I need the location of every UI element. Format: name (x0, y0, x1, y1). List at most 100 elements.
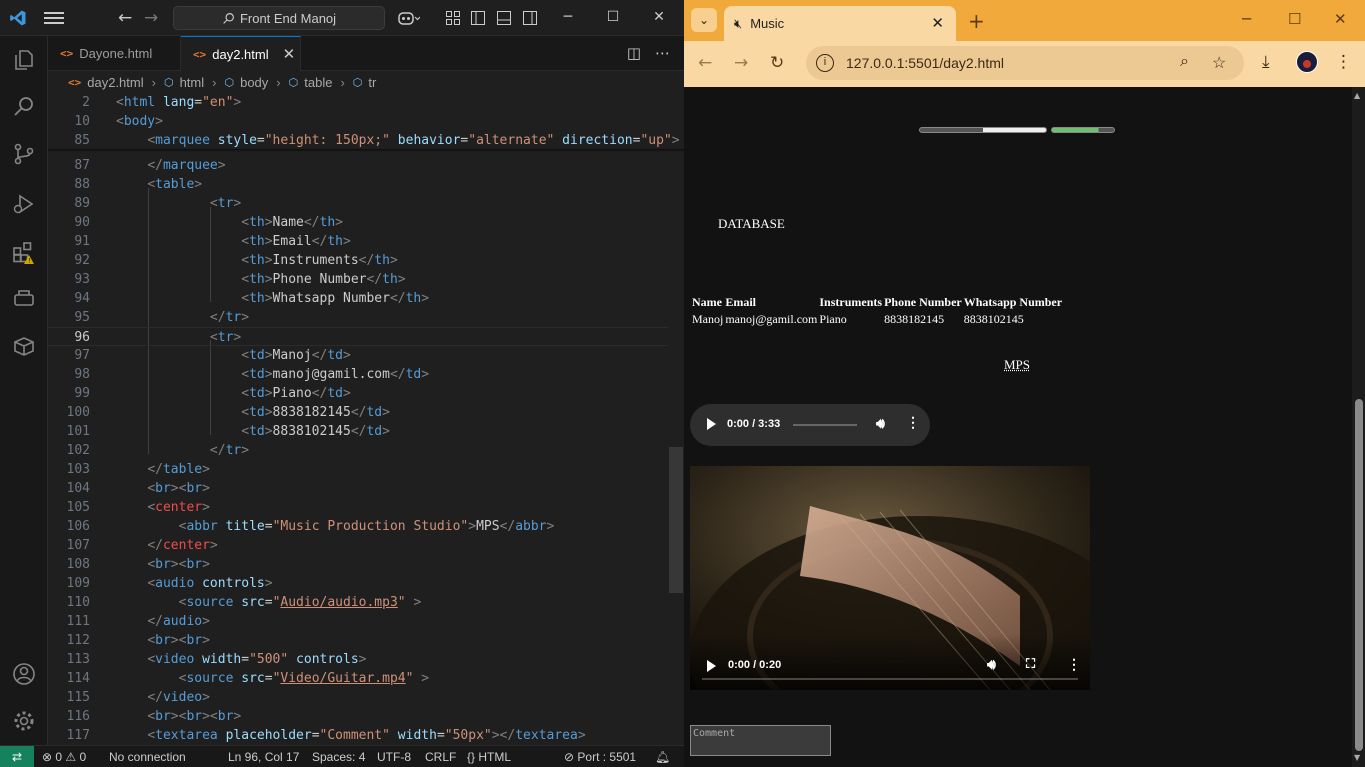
play-icon[interactable] (707, 660, 716, 672)
explorer-icon[interactable] (12, 48, 36, 72)
audio-player[interactable]: 0:00 / 3:33 🔊︎ ⋮ (690, 404, 930, 446)
forward-arrow-icon[interactable]: → (734, 53, 748, 73)
muted-speaker-icon[interactable]: 🔇︎ (734, 16, 742, 32)
copilot-icon[interactable] (398, 10, 420, 26)
indentation[interactable]: Spaces: 4 (312, 746, 365, 767)
tab-dayone[interactable]: <> Dayone.html (48, 36, 181, 71)
maximize-button[interactable]: ☐ (598, 6, 628, 28)
code-line: 114 <source src="Video/Guitar.mp4" > (66, 671, 430, 686)
zoom-icon[interactable]: ⌕ (1180, 53, 1189, 71)
tab-day2[interactable]: <> day2.html ✕ (181, 36, 301, 71)
breadcrumb-item[interactable]: html (180, 75, 205, 90)
breadcrumb-item[interactable]: tr (368, 75, 376, 90)
encoding[interactable]: UTF-8 (377, 746, 411, 767)
page-scrollbar[interactable]: ▲ ▼ (1352, 87, 1365, 767)
close-window-button[interactable]: ✕ (1334, 10, 1347, 28)
video-player[interactable]: 0:00 / 0:20 🔊︎ ⛶ ⋮ (690, 466, 1090, 690)
close-tab-icon[interactable]: ✕ (931, 14, 944, 32)
editor-scrollbar[interactable] (669, 447, 683, 593)
cursor-position[interactable]: Ln 96, Col 17 (228, 746, 299, 767)
code-line: 85 <marquee style="height: 150px;" behav… (74, 133, 680, 148)
scrollbar-thumb[interactable] (1355, 399, 1363, 751)
code-line: 97 <td>Manoj</td> (74, 348, 351, 363)
settings-gear-icon[interactable] (12, 709, 36, 733)
command-center-search[interactable]: Front End Manoj (173, 6, 385, 30)
bookmark-star-icon[interactable]: ☆ (1212, 53, 1226, 73)
code-line: 108 <br><br> (66, 557, 210, 572)
split-editor-icon[interactable]: ◫ (627, 44, 641, 62)
svg-text:!: ! (28, 258, 30, 265)
breadcrumb-item[interactable]: day2.html (87, 75, 143, 90)
forward-arrow-icon[interactable]: → (144, 8, 158, 28)
new-tab-plus-icon[interactable]: + (968, 9, 985, 33)
maximize-button[interactable]: ☐ (1288, 10, 1301, 28)
close-window-button[interactable]: ✕ (644, 6, 674, 28)
extensions-icon[interactable]: ! (12, 240, 36, 264)
address-bar[interactable]: i 127.0.0.1:5501/day2.html ⌕ ☆ (806, 46, 1244, 80)
back-arrow-icon[interactable]: ← (698, 53, 712, 73)
volume-icon[interactable]: 🔊︎ (987, 656, 996, 673)
reload-icon[interactable]: ↻ (770, 53, 784, 73)
containers-icon[interactable] (12, 334, 36, 358)
status-bar: ⇄ ⊗ 0 ⚠ 0 No connection Ln 96, Col 17 Sp… (0, 745, 684, 767)
code-line: 110 <source src="Audio/audio.mp3" > (66, 595, 422, 610)
table-cell: Manoj (692, 312, 724, 326)
back-arrow-icon[interactable]: ← (118, 8, 132, 28)
scroll-up-arrow-icon[interactable]: ▲ (1354, 91, 1360, 100)
connection-status[interactable]: No connection (109, 746, 186, 767)
browser-tab-music[interactable]: 🔇︎ Music ✕ (724, 6, 956, 41)
element-icon: ⬡ (352, 76, 363, 89)
more-options-icon[interactable]: ⋮ (1067, 656, 1081, 673)
breadcrumb-item[interactable]: body (240, 75, 268, 90)
run-debug-icon[interactable] (12, 192, 36, 216)
fullscreen-icon[interactable]: ⛶ (1026, 656, 1035, 672)
search-label: Front End Manoj (239, 10, 337, 26)
table-cell: Piano (819, 312, 847, 326)
chevron-right-icon: › (151, 74, 156, 90)
element-icon: ⬡ (224, 76, 235, 89)
live-server-port[interactable]: ⊘ Port : 5501 (564, 746, 636, 767)
volume-icon[interactable]: 🔊︎ (876, 415, 885, 432)
tab-search-chevron-icon[interactable]: ⌄ (691, 8, 717, 32)
audio-seek-slider[interactable] (793, 424, 857, 426)
toggle-panel-icon[interactable] (496, 10, 512, 26)
scroll-down-arrow-icon[interactable]: ▼ (1354, 753, 1360, 762)
customize-layout-icon[interactable] (445, 10, 461, 26)
profile-avatar[interactable] (1296, 51, 1318, 73)
language-mode[interactable]: {} HTML (467, 746, 511, 767)
screen: ← → Front End Manoj ─ ☐ ✕ ! <> Dayone.ht… (0, 0, 1365, 767)
remote-indicator-icon[interactable]: ⇄ (0, 746, 34, 767)
site-info-icon[interactable]: i (816, 54, 834, 72)
search-icon[interactable] (12, 94, 36, 118)
code-editor[interactable]: 2 <html lang="en"> 10 <body> 85 <marquee s… (48, 93, 684, 745)
line-ending[interactable]: CRLF (425, 746, 456, 767)
play-icon[interactable] (707, 418, 716, 430)
close-tab-icon[interactable]: ✕ (283, 45, 296, 63)
minimize-button[interactable]: ─ (553, 6, 583, 28)
tab-strip: ⌄ 🔇︎ Music ✕ + ─ ☐ ✕ (684, 0, 1365, 41)
code-line: 90 <th>Name</th> (74, 215, 343, 230)
accounts-icon[interactable] (12, 662, 36, 686)
menu-icon[interactable] (44, 10, 64, 26)
code-line: 115 </video> (66, 690, 210, 705)
mps-abbreviation[interactable]: MPS (1004, 357, 1030, 373)
download-icon[interactable]: ⤓ (1262, 52, 1270, 72)
code-line: 2 <html lang="en"> (82, 95, 242, 110)
remote-explorer-icon[interactable] (12, 286, 36, 310)
more-actions-icon[interactable]: ⋯ (655, 44, 670, 62)
comment-textarea[interactable] (690, 725, 831, 756)
code-line: 87 </marquee> (74, 158, 226, 173)
problems-indicator[interactable]: ⊗ 0 ⚠ 0 (42, 746, 86, 767)
more-options-icon[interactable]: ⋮ (906, 414, 920, 431)
breadcrumb-item[interactable]: table (304, 75, 332, 90)
code-line: 116 <br><br><br> (66, 709, 242, 724)
source-control-icon[interactable] (12, 142, 36, 166)
toggle-sidebar-icon[interactable] (470, 10, 486, 26)
toggle-secondary-sidebar-icon[interactable] (522, 10, 538, 26)
minimize-button[interactable]: ─ (1242, 10, 1251, 28)
page-viewport: DATABASE Name Email Instruments Phone Nu… (684, 87, 1352, 767)
notifications-bell-icon[interactable]: 🔔︎ (655, 746, 670, 767)
more-menu-icon[interactable]: ⋮ (1335, 52, 1352, 72)
audio-time: 0:00 / 3:33 (727, 418, 781, 430)
video-seek-slider[interactable] (702, 678, 1078, 680)
